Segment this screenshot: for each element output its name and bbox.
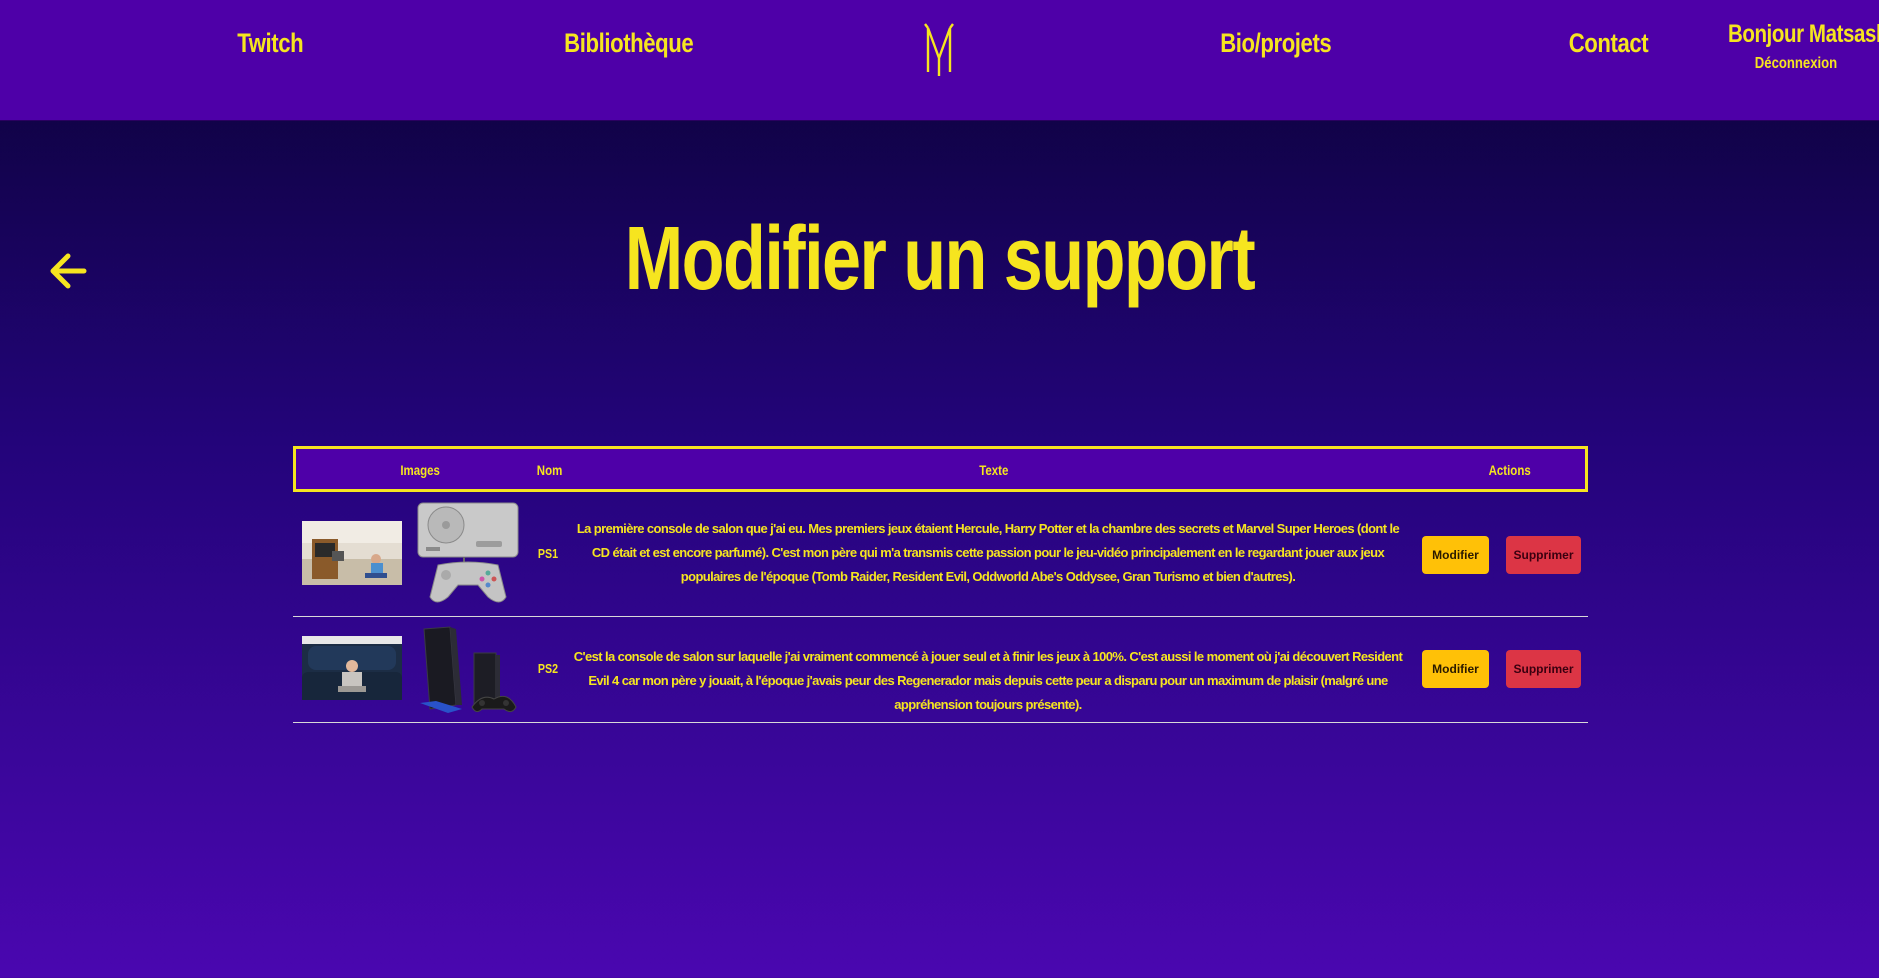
user-greeting: Bonjour Matsashi xyxy=(1727,20,1879,48)
row-photo-image xyxy=(302,636,402,700)
header-name: Nom xyxy=(536,462,563,478)
nav-link-bibliotheque[interactable]: Bibliothèque xyxy=(564,28,694,59)
header-actions: Actions xyxy=(1488,462,1531,478)
edit-button[interactable]: Modifier xyxy=(1422,536,1489,574)
row-name: PS1 xyxy=(537,546,559,561)
page-title: Modifier un support xyxy=(0,208,1879,311)
header-text: Texte xyxy=(979,462,1009,478)
delete-button[interactable]: Supprimer xyxy=(1506,536,1581,574)
page-title-text: Modifier un support xyxy=(624,209,1256,309)
row-console-image xyxy=(416,501,520,609)
row-photo-image xyxy=(302,521,402,585)
navbar: Twitch Bibliothèque Bio/projets Contact … xyxy=(0,0,1879,121)
row-text: La première console de salon que j'ai eu… xyxy=(576,521,1400,584)
table-row: PS2 C'est la console de salon sur laquel… xyxy=(293,617,1588,723)
row-console-image xyxy=(416,625,520,715)
nav-link-twitch[interactable]: Twitch xyxy=(237,28,303,59)
nav-link-contact[interactable]: Contact xyxy=(1569,28,1649,59)
edit-button[interactable]: Modifier xyxy=(1422,650,1489,688)
nav-link-bio-projets[interactable]: Bio/projets xyxy=(1220,28,1332,59)
row-text: C'est la console de salon sur laquelle j… xyxy=(573,649,1403,712)
delete-button[interactable]: Supprimer xyxy=(1506,650,1581,688)
user-block: Bonjour Matsashi Déconnexion xyxy=(1713,20,1879,73)
row-name: PS2 xyxy=(537,661,559,676)
site-logo-icon[interactable] xyxy=(924,22,954,78)
header-images: Images xyxy=(400,462,440,478)
table-row: PS1 La première console de salon que j'a… xyxy=(293,492,1588,617)
supports-table: Images Nom Texte Actions PS1 La première… xyxy=(293,446,1588,723)
table-header: Images Nom Texte Actions xyxy=(293,446,1588,492)
logout-link[interactable]: Déconnexion xyxy=(1728,55,1864,73)
